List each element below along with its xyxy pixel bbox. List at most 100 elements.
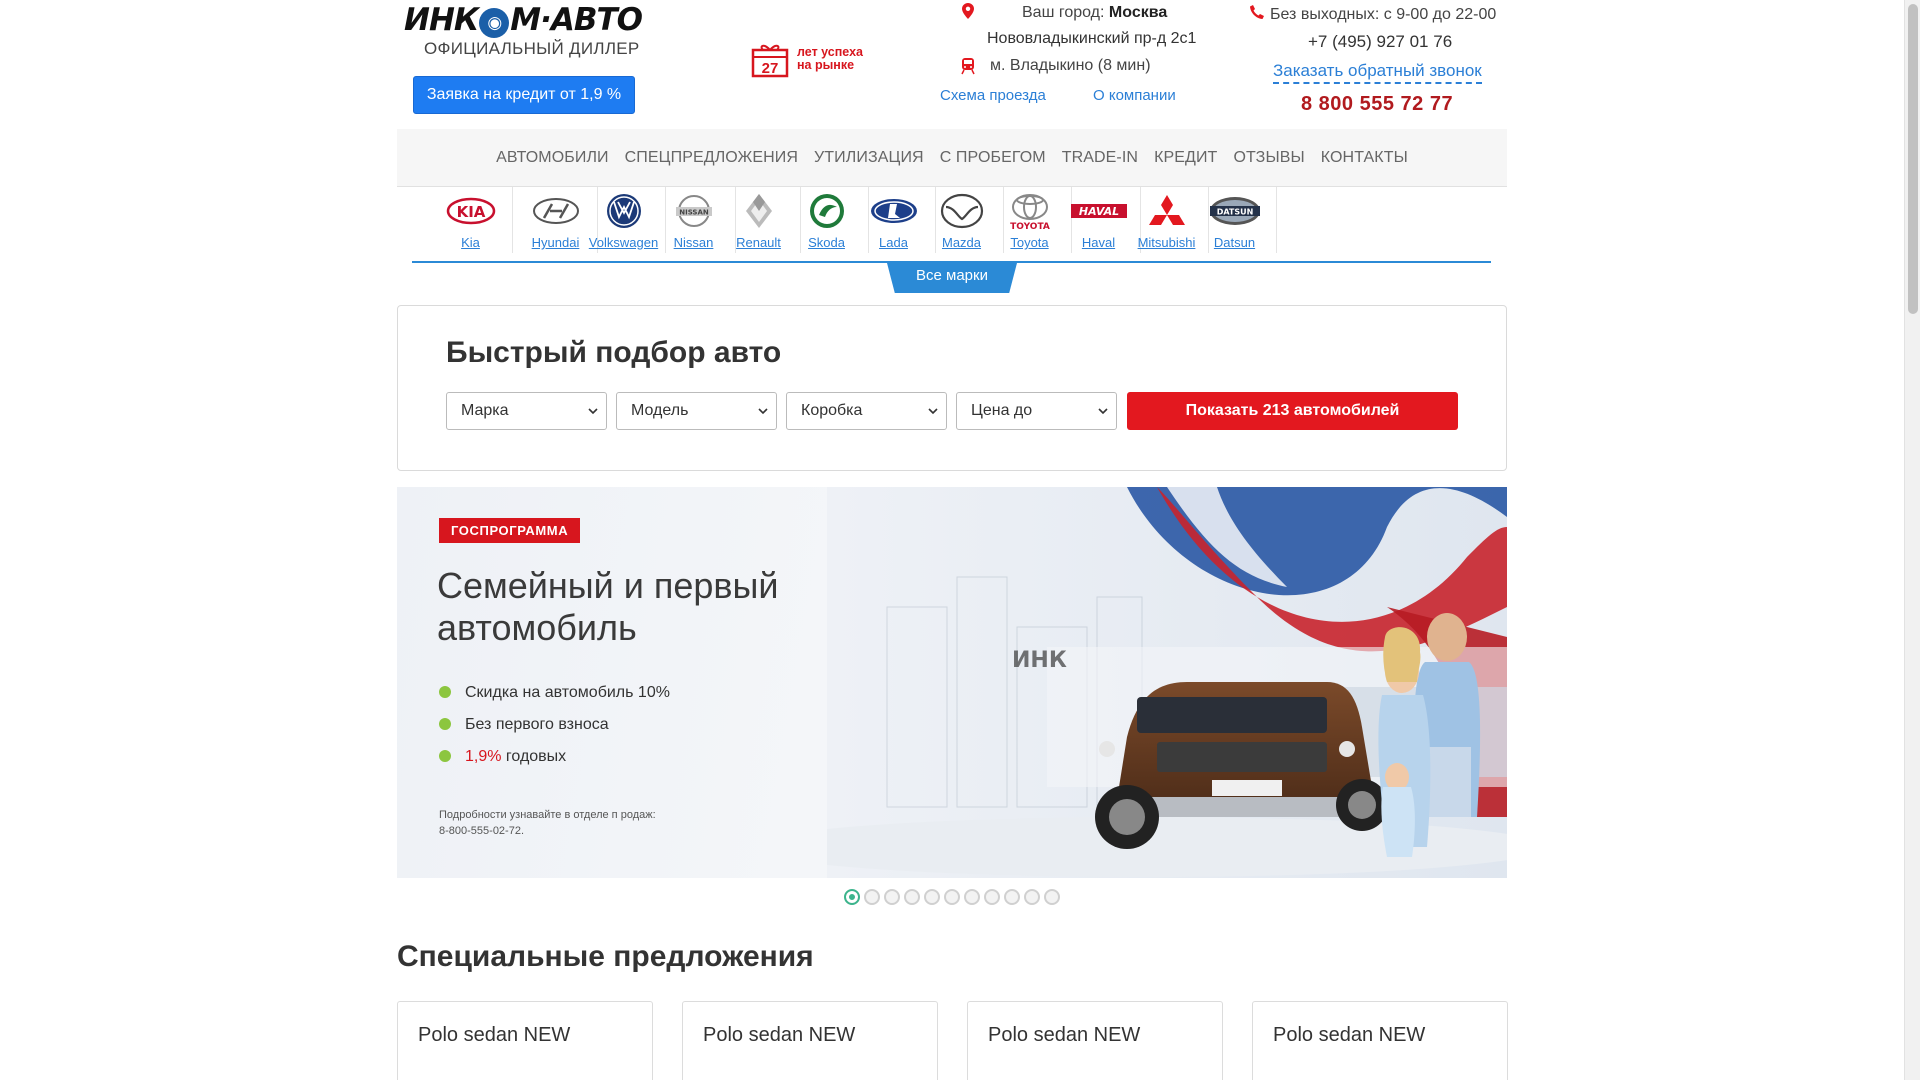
banner-bullet-text: Скидка на автомобиль 10%	[465, 684, 670, 701]
slider-dot[interactable]	[924, 889, 940, 905]
nav-item-4[interactable]: TRADE-IN	[1054, 149, 1146, 167]
brand-select[interactable]: Марка	[446, 392, 607, 430]
main-nav: АВТОМОБИЛИ СПЕЦПРЕДЛОЖЕНИЯ УТИЛИЗАЦИЯ С ПРО…	[397, 129, 1507, 187]
nav-item-7[interactable]: КОНТАКТЫ	[1313, 149, 1416, 167]
city-name: Москва	[1108, 4, 1168, 21]
nav-item-1[interactable]: СПЕЦПРЕДЛОЖЕНИЯ	[617, 149, 806, 167]
promo-banner[interactable]: ИНК ГОСПРОГРАММА Семейный и первый автом…	[397, 487, 1507, 878]
about-company-link[interactable]: О компании	[1093, 87, 1176, 104]
phone-primary[interactable]: +7 (495) 927 01 76	[1308, 32, 1452, 52]
chevron-down-icon	[588, 408, 598, 415]
city-label: Ваш город:	[1022, 4, 1105, 21]
gearbox-select[interactable]: Коробка	[786, 392, 947, 430]
slider-dot[interactable]	[984, 889, 1000, 905]
nissan-logo-icon: NISSAN	[676, 195, 712, 227]
slider-dot[interactable]	[884, 889, 900, 905]
svg-text:TOYOTA: TOYOTA	[1010, 222, 1050, 231]
slider-dot[interactable]	[944, 889, 960, 905]
slider-dot[interactable]	[844, 889, 860, 905]
phone-icon	[1250, 5, 1264, 19]
offer-card[interactable]: Polo sedan NEW	[397, 1001, 653, 1080]
main-container: ИНК ◉ М·АВТО ОФИЦИАЛЬНЫЙ ДИЛЛЕР Заявка на …	[397, 0, 1508, 1080]
building-sign: ИНК	[1012, 648, 1067, 673]
quick-search-panel: Быстрый подбор авто Марка Модель Коробка…	[397, 305, 1507, 471]
check-dot-icon	[439, 686, 451, 698]
quick-search-title: Быстрый подбор авто	[446, 336, 782, 369]
banner-fine-print: Подробности узнавайте в отделе п родаж:	[439, 809, 656, 821]
banner-bullet: Скидка на автомобиль 10%	[439, 684, 670, 702]
offer-card[interactable]: Polo sedan NEW	[682, 1001, 938, 1080]
chevron-down-icon	[1098, 408, 1108, 415]
all-brands-tab[interactable]: Все марки	[887, 263, 1017, 293]
site-logo[interactable]: ИНК ◉ М·АВТО	[404, 2, 648, 38]
brand-name: Kia	[461, 235, 480, 250]
logo-text-right: М·АВТО	[510, 2, 643, 38]
dealer-caption: ОФИЦИАЛЬНЫЙ ДИЛЛЕР	[424, 39, 640, 58]
calendar-gift-icon: 27	[751, 44, 789, 78]
gearbox-select-value: Коробка	[801, 402, 863, 419]
brand-name: Datsun	[1213, 235, 1256, 250]
years-text: лет успеха на рынке	[797, 45, 863, 72]
slider-dot[interactable]	[904, 889, 920, 905]
map-pin-icon	[962, 3, 974, 19]
special-offers-title: Специальные предложения	[397, 940, 814, 973]
route-map-link[interactable]: Схема проезда	[940, 87, 1046, 104]
price-select-value: Цена до	[971, 402, 1033, 419]
lada-logo-icon	[871, 199, 917, 223]
slider-dot[interactable]	[1004, 889, 1020, 905]
banner-title-line2: автомобиль	[437, 607, 637, 648]
chevron-down-icon	[758, 408, 768, 415]
chevron-down-icon	[928, 408, 938, 415]
offer-card-title: Polo sedan NEW	[988, 1024, 1141, 1046]
volkswagen-logo-icon	[607, 194, 641, 228]
nav-item-6[interactable]: ОТЗЫВЫ	[1225, 149, 1312, 167]
brand-datsun[interactable]: DATSUN Datsun	[1193, 187, 1277, 253]
nav-item-3[interactable]: С ПРОБЕГОМ	[932, 149, 1054, 167]
datsun-logo-icon: DATSUN	[1210, 197, 1260, 225]
phone-tollfree[interactable]: 8 800 555 72 77	[1301, 93, 1453, 116]
banner-title-line1: Семейный и первый	[437, 565, 779, 606]
slider-dot[interactable]	[1044, 889, 1060, 905]
page-scrollbar[interactable]	[1904, 0, 1920, 1080]
brand-select-value: Марка	[461, 402, 509, 419]
nav-item-2[interactable]: УТИЛИЗАЦИЯ	[806, 149, 932, 167]
check-dot-icon	[439, 750, 451, 762]
working-hours: Без выходных: с 9-00 до 22-00	[1270, 6, 1497, 23]
mitsubishi-logo-icon	[1149, 195, 1185, 225]
hyundai-logo-icon	[533, 198, 579, 224]
city-selector[interactable]: Ваш город: Москва	[1022, 4, 1167, 22]
svg-text:KIA: KIA	[457, 203, 486, 221]
slider-dots	[844, 889, 1060, 905]
nav-item-0[interactable]: АВТОМОБИЛИ	[488, 149, 617, 167]
slider-dot[interactable]	[1024, 889, 1040, 905]
banner-family-car-image: ИНК	[827, 487, 1507, 878]
haval-logo-icon: HAVAL	[1071, 204, 1127, 218]
offer-card[interactable]: Polo sedan NEW	[1252, 1001, 1508, 1080]
model-select[interactable]: Модель	[616, 392, 777, 430]
metro-train-icon	[961, 58, 975, 75]
banner-fine-phone: 8-800-555-02-72.	[439, 825, 525, 837]
metro-station: м. Владыкино (8 мин)	[990, 57, 1151, 74]
slider-dot[interactable]	[964, 889, 980, 905]
scrollbar-thumb[interactable]	[1908, 4, 1918, 314]
slider-dot[interactable]	[864, 889, 880, 905]
nav-item-5[interactable]: КРЕДИТ	[1146, 149, 1225, 167]
model-select-value: Модель	[631, 402, 689, 419]
brand-kia[interactable]: KIA Kia	[429, 187, 513, 253]
show-cars-button[interactable]: Показать 213 автомобилей	[1127, 392, 1458, 430]
credit-request-button[interactable]: Заявка на кредит от 1,9 %	[413, 76, 635, 114]
logo-text-left: ИНК	[404, 2, 479, 38]
banner-rate: 1,9%	[465, 748, 502, 765]
banner-bullet-text: годовых	[501, 748, 567, 765]
renault-logo-icon	[746, 194, 772, 228]
callback-request-link[interactable]: Заказать обратный звонок	[1273, 61, 1482, 84]
offer-card-title: Polo sedan NEW	[418, 1024, 571, 1046]
banner-bullet: 1,9% годовых	[439, 748, 566, 766]
toyota-logo-icon: TOYOTA	[1010, 194, 1050, 231]
banner-bullet: Без первого взноса	[439, 716, 609, 734]
mazda-logo-icon	[940, 193, 984, 229]
skoda-logo-icon	[810, 194, 844, 228]
price-select[interactable]: Цена до	[956, 392, 1117, 430]
offer-card[interactable]: Polo sedan NEW	[967, 1001, 1223, 1080]
offer-card-title: Polo sedan NEW	[703, 1024, 856, 1046]
